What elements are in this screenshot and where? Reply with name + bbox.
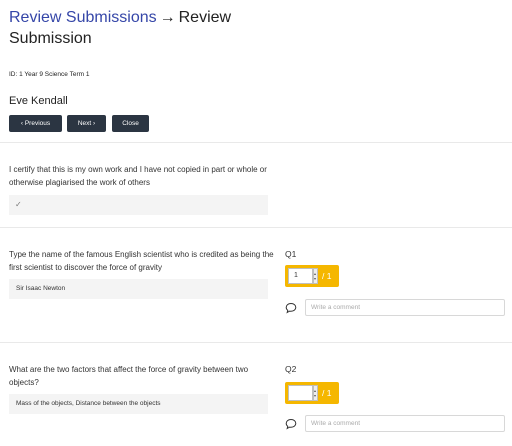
- comment-icon: [285, 302, 297, 314]
- check-icon: ✓: [15, 200, 22, 209]
- student-name: Eve Kendall: [9, 95, 68, 107]
- section-divider: [0, 227, 512, 228]
- section-divider: [0, 142, 512, 143]
- breadcrumb-review-submissions-link[interactable]: Review Submissions: [9, 9, 157, 26]
- chevron-up-icon: [314, 273, 316, 275]
- next-label: Next: [77, 120, 92, 127]
- chevron-down-icon: [314, 395, 316, 397]
- previous-label: Previous: [24, 120, 51, 127]
- question-2-answer: Mass of the objects, Distance between th…: [9, 394, 268, 414]
- question-2-text: What are the two factors that affect the…: [9, 365, 249, 387]
- question-1-label: Q1: [285, 249, 297, 259]
- review-submission-page: Review Submissions → Review Submission ID:…: [0, 0, 512, 446]
- chevron-down-icon: [314, 278, 316, 280]
- question-1-text: Type the name of the famous English scie…: [9, 250, 274, 272]
- submission-id: ID: 1 Year 9 Science Term 1: [9, 71, 90, 78]
- chevron-right-icon: ›: [91, 120, 96, 127]
- question-2-label: Q2: [285, 364, 297, 374]
- close-button[interactable]: Close: [112, 115, 149, 132]
- comment-icon: [285, 418, 297, 430]
- question-1-answer: Sir Isaac Newton: [9, 279, 268, 299]
- score-stepper[interactable]: [313, 268, 318, 284]
- page-title: Review Submissions → Review Submission: [9, 7, 309, 49]
- previous-button[interactable]: ‹ Previous: [9, 115, 62, 132]
- certification-text: I certify that this is my own work and I…: [9, 165, 267, 187]
- score-stepper[interactable]: [313, 385, 318, 401]
- question-2-max-score: / 1: [322, 388, 332, 398]
- breadcrumb-arrow: →: [159, 9, 176, 26]
- certification-answer: ✓: [9, 195, 268, 215]
- next-button[interactable]: Next ›: [67, 115, 106, 132]
- question-2-score: / 1: [285, 382, 339, 404]
- question-1-score: 1 / 1: [285, 265, 339, 287]
- question-1-comment-input[interactable]: Write a comment: [305, 299, 505, 316]
- chevron-up-icon: [314, 390, 316, 392]
- question-2-comment-input[interactable]: Write a comment: [305, 415, 505, 432]
- question-1-score-input[interactable]: 1: [288, 268, 313, 284]
- question-2-score-input[interactable]: [288, 385, 313, 401]
- question-1-max-score: / 1: [322, 271, 332, 281]
- section-divider: [0, 342, 512, 343]
